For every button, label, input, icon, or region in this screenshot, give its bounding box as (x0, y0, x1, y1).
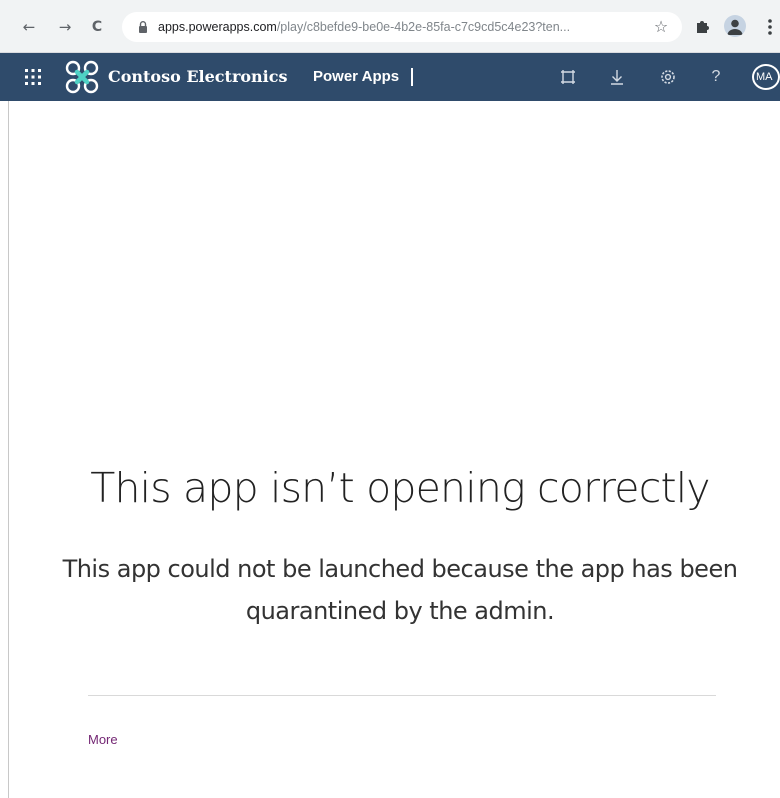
error-message: This app could not be launched because t… (62, 555, 738, 625)
page-root: ← → C apps.powerapps.com/play/c8befde9-b… (0, 0, 780, 798)
error-title: This app isn’t opening correctly (90, 464, 710, 512)
browser-toolbar: ← → C apps.powerapps.com/play/c8befde9-b… (0, 0, 780, 53)
avatar[interactable]: MA (752, 64, 780, 90)
profile-icon[interactable] (724, 15, 746, 37)
app-header: Contoso Electronics Power Apps ? MA (0, 53, 780, 101)
waffle-icon[interactable] (24, 68, 42, 86)
address-bar[interactable]: apps.powerapps.com/play/c8befde9-be0e-4b… (122, 12, 682, 42)
separator (88, 695, 716, 696)
lock-icon[interactable] (136, 20, 150, 34)
content-left-border (8, 101, 9, 798)
more-link[interactable]: More (88, 732, 118, 747)
url-domain: apps.powerapps.com (158, 20, 277, 34)
product-name: Power Apps (313, 68, 400, 85)
header-divider (411, 68, 413, 86)
settings-icon[interactable] (658, 67, 678, 87)
more-vertical-icon[interactable] (764, 16, 776, 38)
org-name: Contoso Electronics (108, 67, 288, 86)
help-icon[interactable]: ? (706, 67, 726, 87)
star-icon[interactable]: ☆ (652, 18, 670, 36)
contoso-logo-icon (65, 60, 99, 94)
download-icon[interactable] (607, 67, 627, 87)
forward-arrow-icon[interactable]: → (54, 16, 76, 38)
puzzle-extension-icon[interactable] (694, 17, 712, 35)
back-arrow-icon[interactable]: ← (18, 16, 40, 38)
reload-icon[interactable]: C (86, 16, 108, 38)
url-text[interactable]: apps.powerapps.com/play/c8befde9-be0e-4b… (158, 12, 640, 42)
url-path: /play/c8befde9-be0e-4b2e-85fa-c7c9cd5c4e… (276, 20, 571, 34)
fit-to-window-icon[interactable] (558, 67, 578, 87)
